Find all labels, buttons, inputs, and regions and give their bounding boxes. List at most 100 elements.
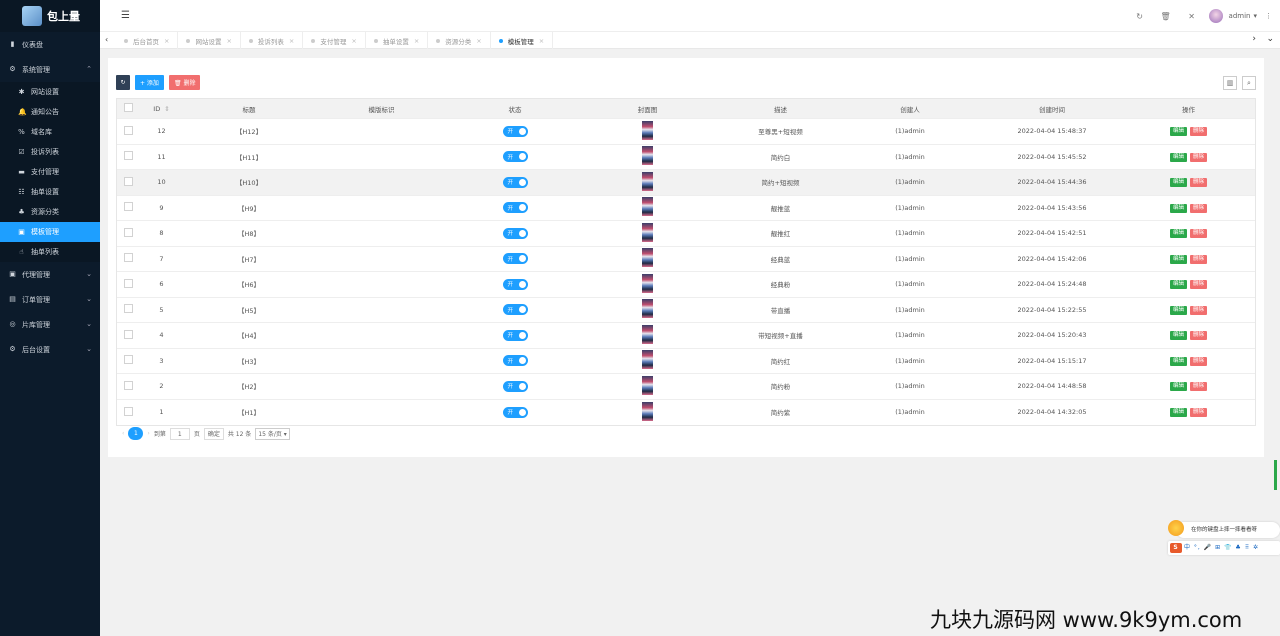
close-icon[interactable]: × <box>351 37 356 45</box>
table-row[interactable]: 4 【H4】 开 带短视频+直播 (1)admin 2022-04-04 15:20:43… <box>117 323 1255 349</box>
edit-button[interactable]: 编辑 <box>1169 178 1187 188</box>
tab[interactable]: 抽单设置 × <box>366 32 429 49</box>
edit-button[interactable]: 编辑 <box>1169 127 1187 137</box>
table-row[interactable]: 10 【H10】 开 简约+短视频 (1)admin 2022-04-04 15:44:3… <box>117 170 1255 196</box>
fullscreen-icon[interactable]: ✕ <box>1179 12 1205 21</box>
delete-button[interactable]: 🗑 删除 <box>168 75 201 90</box>
sidebar-item[interactable]: ◎ 片库管理 ⌄ <box>0 312 100 337</box>
cover-thumbnail[interactable] <box>642 401 653 421</box>
avatar[interactable] <box>1208 9 1223 23</box>
sidebar-subitem[interactable]: ▣ 模板管理 <box>0 222 100 242</box>
edit-button[interactable]: 编辑 <box>1169 152 1187 162</box>
sidebar-item[interactable]: ▤ 订单管理 ⌄ <box>0 287 100 312</box>
ime-bar[interactable]: S中 °, 🎤 ⊞ 👕 ♣ ⠿ ✲ <box>1168 541 1280 555</box>
edit-button[interactable]: 编辑 <box>1169 229 1187 239</box>
search-icon[interactable]: ⌕ <box>1242 76 1256 90</box>
status-toggle[interactable]: 开 <box>502 151 528 163</box>
delete-row-button[interactable]: 删除 <box>1190 203 1208 213</box>
status-toggle[interactable]: 开 <box>502 125 528 137</box>
sidebar-subitem[interactable]: ♣ 资源分类 <box>0 202 100 222</box>
edit-button[interactable]: 编辑 <box>1169 382 1187 392</box>
delete-row-button[interactable]: 删除 <box>1190 152 1208 162</box>
sidebar-item[interactable]: ⚙ 后台设置 ⌄ <box>0 337 100 362</box>
sidebar-item[interactable]: ▣ 代理管理 ⌄ <box>0 262 100 287</box>
delete-row-button[interactable]: 删除 <box>1190 382 1208 392</box>
refresh-button[interactable]: ↻ <box>116 75 130 90</box>
add-button[interactable]: + 添加 <box>135 75 164 90</box>
sidebar-subitem[interactable]: 🔔 通知公告 <box>0 102 100 122</box>
sidebar-subitem[interactable]: % 域名库 <box>0 122 100 142</box>
delete-row-button[interactable]: 删除 <box>1190 254 1208 264</box>
next-page-icon[interactable]: › <box>147 430 149 437</box>
cover-thumbnail[interactable] <box>642 350 653 370</box>
status-toggle[interactable]: 开 <box>502 227 528 239</box>
page-size-select[interactable]: 15 条/页 ▾ <box>255 427 290 440</box>
delete-row-button[interactable]: 删除 <box>1190 229 1208 239</box>
row-checkbox[interactable] <box>123 227 133 237</box>
table-row[interactable]: 12 【H12】 开 至尊黑+短视频 (1)admin 2022-04-04 15:48:… <box>117 119 1255 145</box>
delete-row-button[interactable]: 删除 <box>1190 280 1208 290</box>
tab[interactable]: 后台首页 × <box>116 32 179 49</box>
table-row[interactable]: 11 【H11】 开 简约白 (1)admin 2022-04-04 15:45:52 编辑… <box>117 145 1255 170</box>
close-icon[interactable]: × <box>539 37 544 45</box>
sidebar-item[interactable]: ⚙ 系统管理 ⌃ <box>0 57 100 82</box>
sidebar-subitem[interactable]: ☑ 投诉列表 <box>0 142 100 162</box>
edit-button[interactable]: 编辑 <box>1169 331 1187 341</box>
sidebar-subitem[interactable]: ✱ 网站设置 <box>0 82 100 102</box>
cover-thumbnail[interactable] <box>642 171 653 191</box>
tab[interactable]: 投诉列表 × <box>241 32 304 49</box>
cover-thumbnail[interactable] <box>642 375 653 395</box>
table-row[interactable]: 3 【H3】 开 简约红 (1)admin 2022-04-04 15:15:17 编辑 删除 <box>117 349 1255 374</box>
row-checkbox[interactable] <box>123 253 133 263</box>
trash-icon[interactable]: 🗑 <box>1153 12 1179 21</box>
status-toggle[interactable]: 开 <box>502 355 528 367</box>
cover-thumbnail[interactable] <box>642 146 653 166</box>
tab[interactable]: 资源分类 × <box>428 32 491 49</box>
status-toggle[interactable]: 开 <box>502 304 528 316</box>
sidebar-subitem[interactable]: ☝ 抽单列表 <box>0 242 100 262</box>
brand[interactable]: 包上量 <box>0 0 100 32</box>
cover-thumbnail[interactable] <box>642 222 653 242</box>
table-row[interactable]: 6 【H6】 开 经典粉 (1)admin 2022-04-04 15:24:48 编辑 删除 <box>117 272 1255 298</box>
current-page[interactable]: 1 <box>128 427 144 440</box>
delete-row-button[interactable]: 删除 <box>1190 408 1208 418</box>
delete-row-button[interactable]: 删除 <box>1190 127 1208 137</box>
edit-button[interactable]: 编辑 <box>1169 254 1187 264</box>
delete-row-button[interactable]: 删除 <box>1190 305 1208 315</box>
table-row[interactable]: 5 【H5】 开 带直播 (1)admin 2022-04-04 15:22:55 编辑 删除 <box>117 298 1255 323</box>
menu-toggle-icon[interactable]: ☰ <box>121 10 130 21</box>
row-checkbox[interactable] <box>123 278 133 288</box>
page-input[interactable]: 1 <box>169 427 190 440</box>
cover-thumbnail[interactable] <box>642 197 653 217</box>
row-checkbox[interactable] <box>123 355 133 365</box>
edit-button[interactable]: 编辑 <box>1169 356 1187 366</box>
tab[interactable]: 模板管理 × <box>491 32 554 49</box>
status-toggle[interactable]: 开 <box>502 202 528 214</box>
table-row[interactable]: 8 【H8】 开 靓推红 (1)admin 2022-04-04 15:42:51 编辑 删除 <box>117 221 1255 247</box>
status-toggle[interactable]: 开 <box>502 380 528 392</box>
scrollbar-thumb[interactable] <box>1274 460 1277 490</box>
tab[interactable]: 网站设置 × <box>178 32 241 49</box>
delete-row-button[interactable]: 删除 <box>1190 331 1208 341</box>
row-checkbox[interactable] <box>123 304 133 314</box>
table-row[interactable]: 1 【H1】 开 简约紫 (1)admin 2022-04-04 14:32:05 编辑 删除 <box>117 400 1255 426</box>
row-checkbox[interactable] <box>123 125 133 135</box>
goto-confirm-button[interactable]: 确定 <box>203 427 224 440</box>
status-toggle[interactable]: 开 <box>502 278 528 290</box>
select-all-checkbox[interactable] <box>123 103 133 112</box>
ime-hint[interactable]: 在你的键盘上摔一摔看看呀 <box>1176 522 1280 538</box>
close-icon[interactable]: × <box>414 37 419 45</box>
cover-thumbnail[interactable] <box>642 248 653 268</box>
more-icon[interactable]: ⋮ <box>1265 12 1272 20</box>
cover-thumbnail[interactable] <box>642 324 653 344</box>
user-name[interactable]: admin <box>1229 12 1251 20</box>
close-icon[interactable]: × <box>289 37 294 45</box>
sidebar-item[interactable]: ▮ 仪表盘 <box>0 32 100 57</box>
close-icon[interactable]: × <box>476 37 481 45</box>
tabs-right-icon[interactable]: › <box>1252 34 1256 44</box>
row-checkbox[interactable] <box>123 329 133 339</box>
edit-button[interactable]: 编辑 <box>1169 203 1187 213</box>
row-checkbox[interactable] <box>123 380 133 390</box>
sidebar-subitem[interactable]: ☷ 抽单设置 <box>0 182 100 202</box>
table-row[interactable]: 9 【H9】 开 靓推蓝 (1)admin 2022-04-04 15:43:56 编辑 删除 <box>117 196 1255 221</box>
